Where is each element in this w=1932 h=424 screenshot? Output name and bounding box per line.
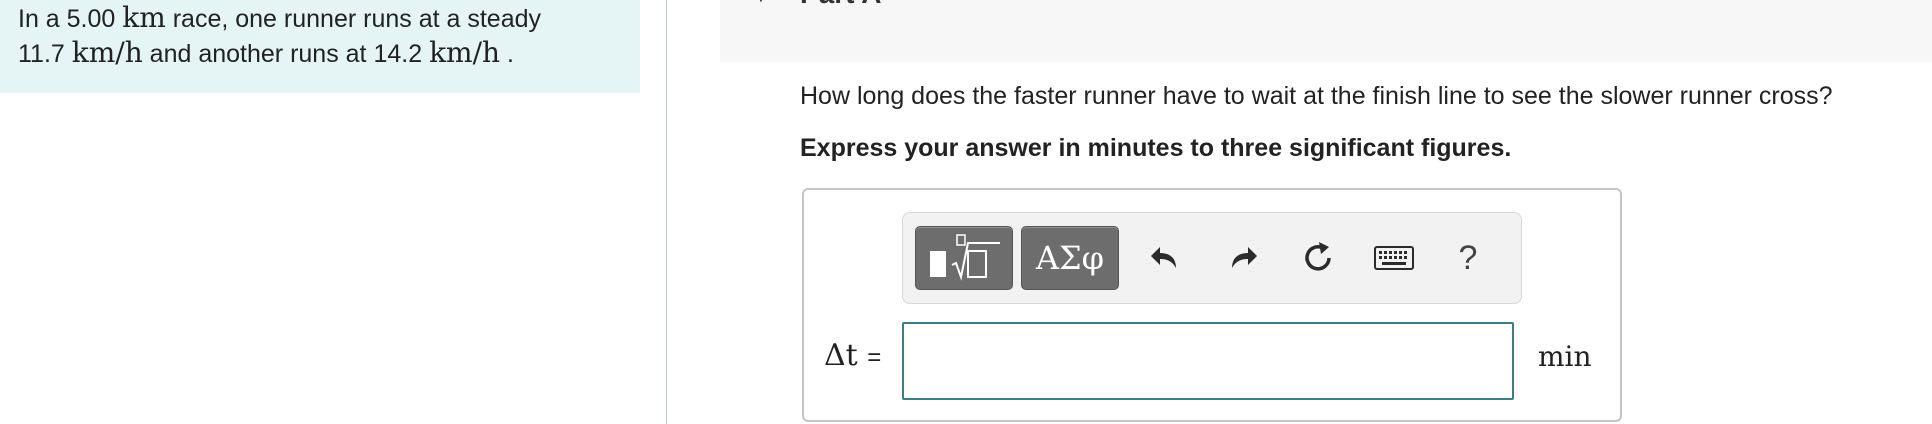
part-title: Part A (800, 0, 881, 10)
reset-icon[interactable] (1293, 233, 1343, 283)
distance-unit: km (122, 1, 166, 34)
answer-input[interactable] (902, 322, 1514, 400)
question-text: How long does the faster runner have to … (800, 82, 1833, 110)
problem-text: 11.7 (18, 40, 72, 68)
answer-variable-label: Δt = (824, 338, 881, 373)
problem-text: In a 5.00 (18, 5, 123, 33)
equals-sign: = (867, 344, 882, 371)
speed-unit: km/h (429, 36, 501, 69)
templates-button[interactable] (915, 226, 1013, 290)
variable-symbol: Δt (824, 338, 858, 373)
undo-icon[interactable] (1141, 233, 1191, 283)
answer-card: ΑΣφ ? Δt = min (802, 188, 1622, 422)
problem-text: . (500, 40, 514, 68)
answer-unit: min (1538, 340, 1592, 373)
redo-icon[interactable] (1217, 233, 1267, 283)
speed-unit: km/h (71, 36, 143, 69)
help-icon[interactable]: ? (1443, 233, 1493, 283)
problem-line-1: In a 5.00 km race, one runner runs at a … (18, 1, 640, 36)
problem-line-2: 11.7 km/h and another runs at 14.2 km/h … (18, 36, 640, 71)
keyboard-icon[interactable] (1369, 233, 1419, 283)
panel-divider (666, 0, 667, 424)
problem-statement: In a 5.00 km race, one runner runs at a … (0, 0, 640, 93)
math-toolbar: ΑΣφ ? (902, 212, 1522, 304)
templates-icon (930, 234, 1000, 281)
chevron-down-icon[interactable]: ▼ (752, 0, 770, 7)
part-header[interactable]: ▼ Part A (720, 0, 1932, 62)
problem-text: race, one runner runs at a steady (165, 5, 542, 33)
answer-instruction: Express your answer in minutes to three … (800, 134, 1512, 162)
greek-symbols-button[interactable]: ΑΣφ (1021, 226, 1119, 290)
problem-text: and another runs at 14.2 (142, 40, 430, 68)
